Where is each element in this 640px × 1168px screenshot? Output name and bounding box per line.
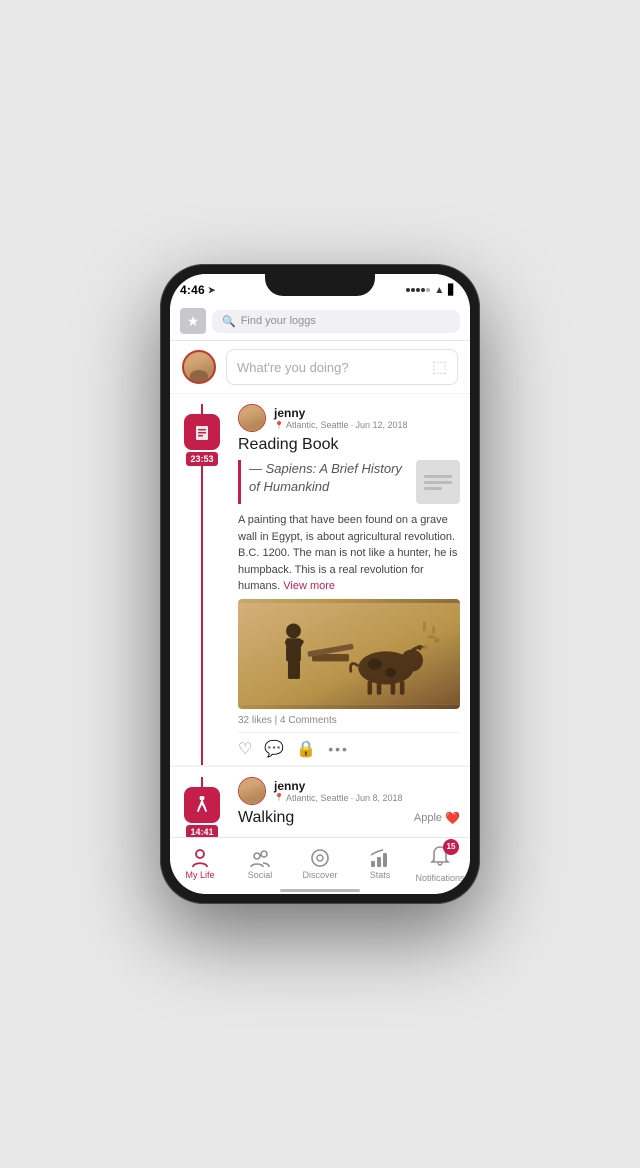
nav-notifications[interactable]: 15 Notifications	[410, 838, 470, 889]
post2-header: jenny 📍 Atlantic, Seattle · Jun 8, 2018	[238, 777, 460, 805]
location-pin-icon-2: 📍	[274, 793, 284, 802]
nav-discover-label: Discover	[302, 870, 337, 880]
post1-avatar	[238, 404, 266, 432]
notification-icon-wrap: 15	[429, 845, 451, 872]
post-input-row: What're you doing? ⬚	[170, 341, 470, 393]
location-arrow-icon: ➤	[208, 285, 216, 296]
post1-user-info: jenny 📍 Atlantic, Seattle · Jun 12, 2018	[274, 406, 408, 430]
post1-body: A painting that have been found on a gra…	[238, 512, 460, 595]
post2-avatar	[238, 777, 266, 805]
reading-icon	[184, 414, 220, 450]
nav-social[interactable]: Social	[230, 838, 290, 889]
post1-content: jenny 📍 Atlantic, Seattle · Jun 12, 2018	[234, 394, 470, 765]
feed-scroll-area: What're you doing? ⬚	[170, 341, 470, 837]
search-bar: ★ 🔍 Find your loggs	[170, 302, 470, 341]
book-thumbnail	[416, 460, 460, 504]
post-placeholder: What're you doing?	[237, 360, 349, 375]
timeline-left-1: 23:53	[170, 394, 234, 765]
my-life-icon	[189, 847, 211, 869]
search-icon: 🔍	[222, 315, 236, 328]
nav-my-life[interactable]: My Life	[170, 838, 230, 889]
comment-button[interactable]: 💬	[264, 739, 284, 759]
post2-location: 📍 Atlantic, Seattle · Jun 8, 2018	[274, 793, 403, 803]
post2-title-row: Walking Apple ❤️	[238, 809, 460, 827]
timeline-icon-wrap-1: 23:53	[184, 414, 220, 466]
post-walking: 14:41 jenny	[170, 767, 470, 838]
post1-image	[238, 599, 460, 709]
post1-location: 📍 Atlantic, Seattle · Jun 12, 2018	[274, 420, 408, 430]
timeline-left-2: 14:41	[170, 767, 234, 838]
post-input-box[interactable]: What're you doing? ⬚	[226, 349, 458, 385]
view-more-link[interactable]: View more	[283, 580, 335, 592]
location-pin-icon: 📍	[274, 421, 284, 430]
timeline-icon-wrap-2: 14:41	[184, 787, 220, 838]
lock-button[interactable]: 🔒	[296, 739, 316, 759]
signal-icon	[406, 288, 430, 292]
search-placeholder: Find your loggs	[241, 315, 316, 327]
star-icon: ★	[187, 313, 200, 330]
nav-stats[interactable]: Stats	[350, 838, 410, 889]
nav-social-label: Social	[248, 870, 273, 880]
notification-badge: 15	[443, 839, 459, 855]
nav-stats-label: Stats	[370, 870, 391, 880]
post2-time: 14:41	[186, 825, 217, 838]
post2-user-info: jenny 📍 Atlantic, Seattle · Jun 8, 2018	[274, 779, 403, 803]
post1-username: jenny	[274, 406, 408, 420]
post1-title: Reading Book	[238, 436, 460, 454]
status-icons: ▲ ▋	[406, 285, 456, 296]
post2-content: jenny 📍 Atlantic, Seattle · Jun 8, 2018	[234, 767, 470, 838]
post1-time: 23:53	[186, 452, 217, 466]
post1-header: jenny 📍 Atlantic, Seattle · Jun 12, 2018	[238, 404, 460, 432]
discover-icon	[309, 847, 331, 869]
post1-actions: ♡ 💬 🔒 •••	[238, 732, 460, 765]
post1-stats: 32 likes | 4 Comments	[238, 715, 460, 726]
nav-notifications-label: Notifications	[415, 873, 464, 883]
post2-title: Walking	[238, 809, 294, 827]
more-button[interactable]: •••	[328, 741, 349, 757]
post-reading-book: 23:53 jenny	[170, 394, 470, 765]
social-icon	[249, 847, 271, 869]
heart-icon: ❤️	[445, 811, 460, 825]
bottom-nav: My Life Social Discove	[170, 837, 470, 889]
book-quote: — Sapiens: A Brief History of Humankind	[238, 460, 460, 504]
battery-icon: ▋	[448, 285, 456, 296]
post2-username: jenny	[274, 779, 403, 793]
nav-my-life-label: My Life	[185, 870, 214, 880]
book-title: — Sapiens: A Brief History of Humankind	[249, 460, 408, 496]
like-button[interactable]: ♡	[238, 739, 252, 759]
wifi-icon: ▲	[434, 285, 444, 296]
image-attach-icon[interactable]: ⬚	[432, 357, 447, 377]
favorites-button[interactable]: ★	[180, 308, 206, 334]
nav-discover[interactable]: Discover	[290, 838, 350, 889]
status-time: 4:46	[180, 283, 205, 297]
walking-icon	[184, 787, 220, 823]
stats-icon	[369, 847, 391, 869]
apple-health-badge: Apple ❤️	[414, 811, 460, 825]
search-box[interactable]: 🔍 Find your loggs	[212, 310, 460, 333]
current-user-avatar	[182, 350, 216, 384]
home-indicator	[170, 889, 470, 894]
